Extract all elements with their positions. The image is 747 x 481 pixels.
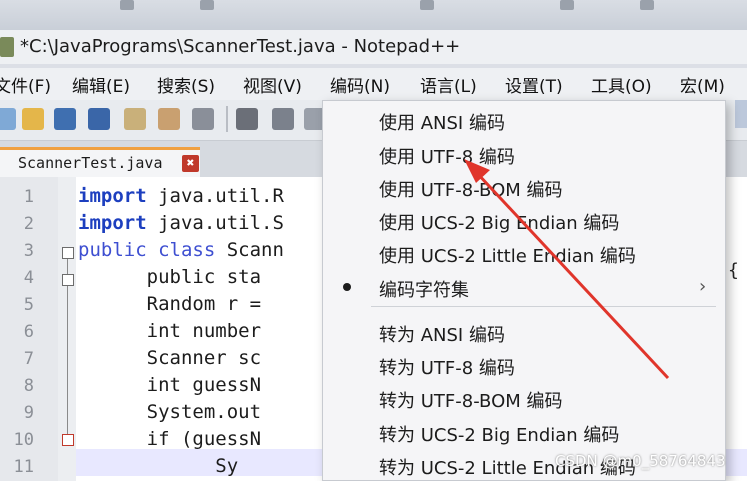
save-icon[interactable] [54, 108, 76, 130]
code-brace: { [728, 260, 739, 281]
line-number: 8 [23, 376, 34, 396]
fold-toggle-icon[interactable] [62, 274, 74, 286]
menu-tools[interactable]: 工具(O) [591, 72, 652, 97]
decor-mark [200, 0, 214, 10]
line-number: 7 [23, 349, 34, 369]
menu-item-use-utf8[interactable]: 使用 UTF-8 编码 [379, 143, 515, 169]
decor-mark [120, 0, 134, 10]
print-icon[interactable] [192, 108, 214, 130]
menu-item-charset-label: 编码字符集 [379, 280, 469, 301]
toolbar-separator [226, 106, 228, 132]
code-line: Sy [78, 455, 239, 477]
code-line: public sta [78, 266, 262, 288]
close-file-icon[interactable] [124, 108, 146, 130]
save-all-icon[interactable] [88, 108, 110, 130]
code-line: import java.util.R [78, 185, 284, 207]
menu-view[interactable]: 视图(V) [243, 72, 302, 97]
line-number: 2 [23, 214, 34, 234]
menu-macro[interactable]: 宏(M) [680, 72, 725, 97]
line-number: 6 [23, 322, 34, 342]
close-tab-icon[interactable]: ✖ [182, 155, 199, 172]
code-line: if (guessN [78, 428, 262, 450]
menu-item-use-ucs2-be[interactable]: 使用 UCS-2 Big Endian 编码 [379, 209, 619, 235]
menu-item-convert-utf8-bom[interactable]: 转为 UTF-8-BOM 编码 [379, 387, 563, 413]
title-bar: *C:\JavaPrograms\ScannerTest.java - Note… [0, 30, 747, 64]
line-number: 9 [23, 403, 34, 423]
line-number: 4 [23, 268, 34, 288]
menu-bar: 文件(F) 编辑(E) 搜索(S) 视图(V) 编码(N) 语言(L) 设置(T… [0, 68, 747, 100]
line-number: 3 [23, 241, 34, 261]
code-line: public class Scann [78, 239, 284, 261]
decor-mark [420, 0, 434, 10]
line-number: 5 [23, 295, 34, 315]
menu-item-convert-utf8[interactable]: 转为 UTF-8 编码 [379, 354, 515, 380]
line-number: 1 [23, 187, 34, 207]
submenu-arrow-icon: › [699, 276, 707, 297]
menu-encoding[interactable]: 编码(N) [330, 72, 390, 97]
line-number-gutter: 1 2 3 4 5 6 7 8 9 10 11 [0, 177, 58, 481]
notepad-app-icon [0, 37, 14, 57]
menu-edit[interactable]: 编辑(E) [72, 72, 130, 97]
fold-toggle-icon[interactable] [62, 434, 74, 446]
code-line: Scanner sc [78, 347, 262, 369]
selected-bullet-icon [343, 283, 351, 291]
fold-line [67, 286, 68, 434]
menu-settings[interactable]: 设置(T) [505, 72, 563, 97]
menu-language[interactable]: 语言(L) [420, 72, 477, 97]
line-number: 10 [13, 430, 34, 450]
menu-item-convert-ucs2-be[interactable]: 转为 UCS-2 Big Endian 编码 [379, 421, 619, 447]
toolbar-overflow-icon[interactable] [735, 100, 747, 128]
open-file-icon[interactable] [22, 108, 44, 130]
code-line: System.out [78, 401, 262, 423]
code-line: import java.util.S [78, 212, 284, 234]
copy-icon[interactable] [272, 108, 294, 130]
menu-item-use-ansi[interactable]: 使用 ANSI 编码 [379, 109, 505, 135]
code-line: int guessN [78, 374, 262, 396]
code-line: int number [78, 320, 262, 342]
cut-icon[interactable] [236, 108, 258, 130]
close-all-icon[interactable] [158, 108, 180, 130]
line-number: 11 [13, 457, 34, 477]
tab-scannertest[interactable]: ScannerTest.java ✖ [0, 147, 200, 177]
menu-item-charset[interactable]: 编码字符集 › [379, 276, 719, 302]
menu-item-use-ucs2-le[interactable]: 使用 UCS-2 Little Endian 编码 [379, 242, 636, 268]
decor-mark [640, 0, 654, 10]
menu-file[interactable]: 文件(F) [0, 72, 51, 97]
background-strip [0, 0, 747, 30]
fold-toggle-icon[interactable] [62, 247, 74, 259]
menu-separator [371, 306, 716, 307]
watermark-text: CSDN @m0_58764843 [555, 452, 726, 470]
new-file-icon[interactable] [0, 108, 16, 130]
decor-mark [560, 0, 574, 10]
window-title: *C:\JavaPrograms\ScannerTest.java - Note… [20, 36, 461, 57]
menu-item-convert-ansi[interactable]: 转为 ANSI 编码 [379, 321, 505, 347]
menu-item-use-utf8-bom[interactable]: 使用 UTF-8-BOM 编码 [379, 176, 563, 202]
tab-label: ScannerTest.java [18, 154, 163, 172]
menu-search[interactable]: 搜索(S) [157, 72, 215, 97]
encoding-dropdown-menu: 使用 ANSI 编码 使用 UTF-8 编码 使用 UTF-8-BOM 编码 使… [322, 100, 726, 481]
code-line: Random r = [78, 293, 262, 315]
